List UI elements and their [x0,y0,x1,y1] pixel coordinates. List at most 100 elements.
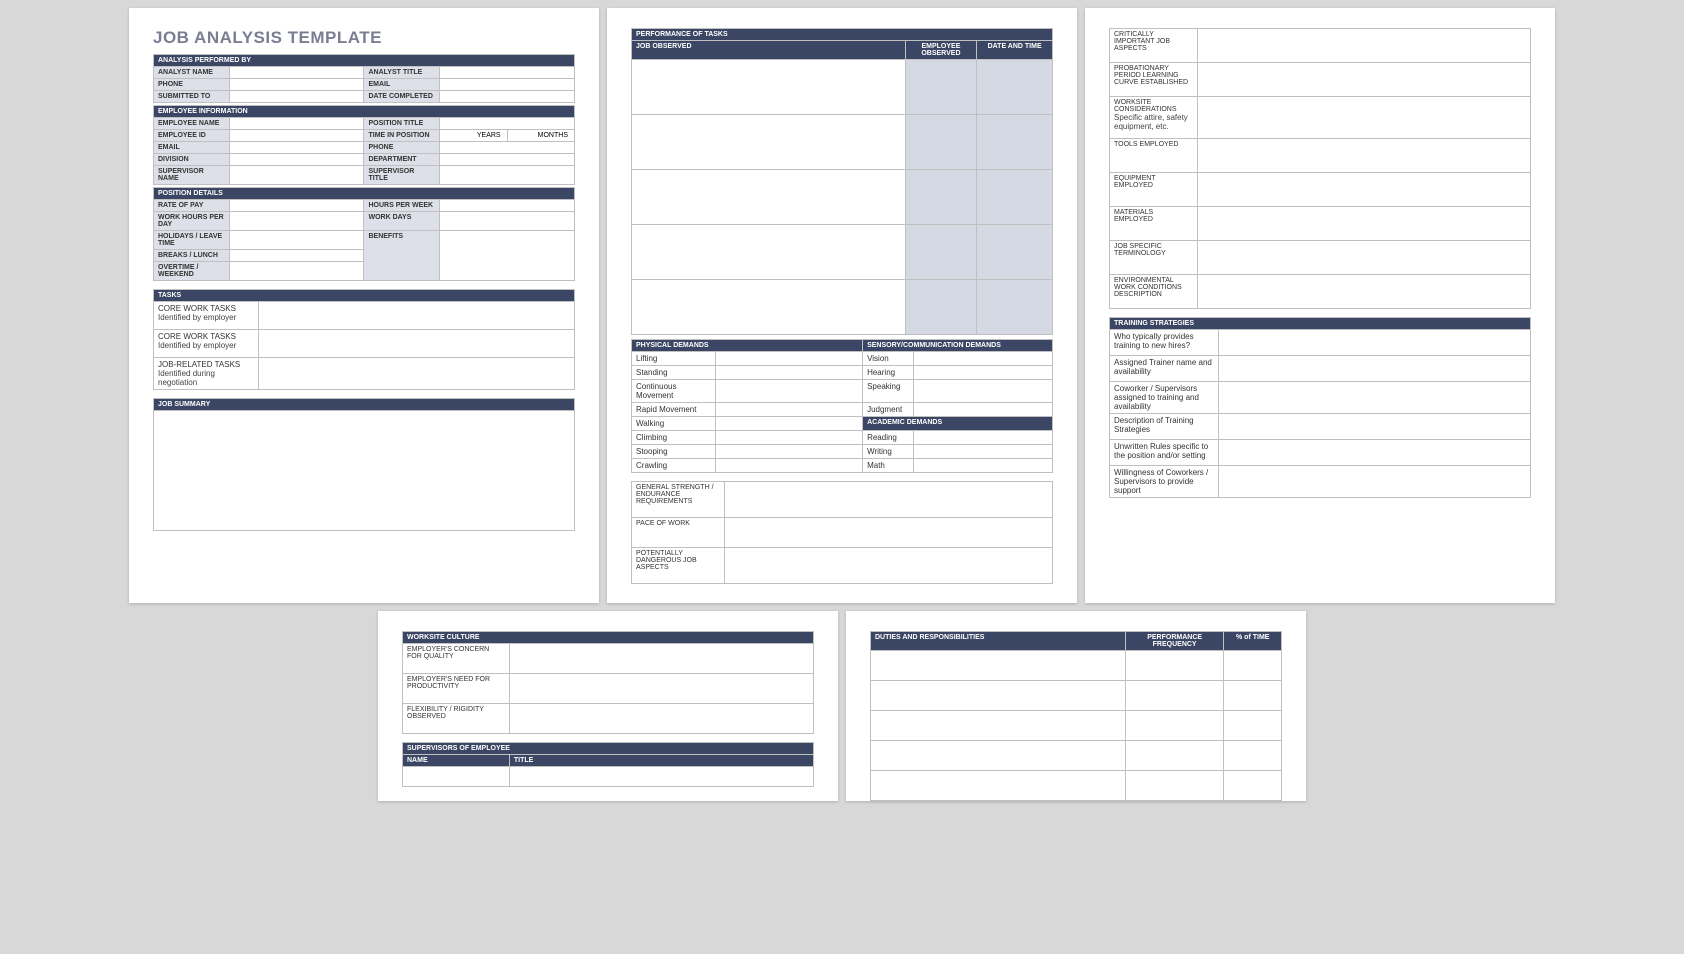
field[interactable] [1198,63,1531,97]
field[interactable] [1125,741,1224,771]
field[interactable] [632,170,906,225]
field[interactable] [871,741,1126,771]
field[interactable] [154,411,575,531]
field[interactable] [440,154,575,166]
field[interactable] [1224,741,1282,771]
field[interactable] [977,115,1053,170]
field[interactable] [632,60,906,115]
field[interactable] [724,548,1052,584]
field[interactable] [716,352,863,366]
field[interactable] [229,231,364,250]
field[interactable] [1219,466,1531,498]
field[interactable] [716,380,863,403]
field[interactable] [871,681,1126,711]
field[interactable] [229,118,364,130]
field[interactable] [229,79,364,91]
field[interactable] [977,60,1053,115]
field[interactable] [440,200,575,212]
field[interactable] [1198,275,1531,309]
field[interactable] [716,445,863,459]
field[interactable] [724,518,1052,548]
field[interactable] [716,403,863,417]
field[interactable] [1198,97,1531,139]
field[interactable] [229,154,364,166]
field[interactable] [1198,173,1531,207]
field[interactable] [259,330,575,358]
field[interactable] [440,142,575,154]
field[interactable] [1198,29,1531,63]
field[interactable] [716,459,863,473]
field[interactable] [871,651,1126,681]
field[interactable] [724,482,1052,518]
field[interactable] [716,417,863,431]
field[interactable] [440,79,575,91]
field[interactable] [229,250,364,262]
field[interactable] [440,212,575,231]
field[interactable] [440,118,575,130]
field[interactable] [914,445,1053,459]
field[interactable] [229,142,364,154]
field[interactable] [259,358,575,390]
field[interactable] [440,166,575,185]
field[interactable] [905,225,977,280]
field[interactable] [905,60,977,115]
field[interactable] [905,280,977,335]
field[interactable] [509,644,813,674]
field[interactable] [229,91,364,103]
field[interactable] [229,200,364,212]
field[interactable] [509,767,813,787]
field[interactable] [1224,651,1282,681]
field[interactable] [905,170,977,225]
field[interactable] [403,767,510,787]
field[interactable] [914,380,1053,403]
field[interactable] [914,459,1053,473]
field[interactable] [1224,771,1282,801]
field[interactable] [716,366,863,380]
field[interactable] [871,771,1126,801]
field[interactable] [229,262,364,281]
field[interactable] [914,403,1053,417]
field[interactable] [977,225,1053,280]
field[interactable] [1224,681,1282,711]
field[interactable] [914,352,1053,366]
field[interactable] [1198,241,1531,275]
field[interactable] [1219,440,1531,466]
field[interactable] [871,711,1126,741]
field[interactable] [632,225,906,280]
field[interactable] [509,674,813,704]
field[interactable] [1125,711,1224,741]
field[interactable] [229,130,364,142]
field[interactable] [259,302,575,330]
field[interactable] [1219,330,1531,356]
field[interactable] [1198,207,1531,241]
label: Coworker / Supervisors assigned to train… [1110,382,1219,414]
years-field[interactable]: YEARS [440,130,507,142]
field[interactable] [440,67,575,79]
field[interactable] [914,366,1053,380]
field[interactable] [1125,771,1224,801]
field[interactable] [914,431,1053,445]
field[interactable] [977,170,1053,225]
field[interactable] [1219,414,1531,440]
field[interactable] [1125,681,1224,711]
field[interactable] [229,67,364,79]
field[interactable] [632,115,906,170]
field[interactable] [905,115,977,170]
field[interactable] [632,280,906,335]
field[interactable] [1125,651,1224,681]
field[interactable] [1219,382,1531,414]
field[interactable] [1219,356,1531,382]
field[interactable] [977,280,1053,335]
field[interactable] [716,431,863,445]
section-header: WORKSITE CULTURE [403,632,814,644]
field[interactable] [229,166,364,185]
field[interactable] [1224,711,1282,741]
months-field[interactable]: MONTHS [507,130,574,142]
field[interactable] [440,231,575,281]
field[interactable] [440,91,575,103]
field[interactable] [1198,139,1531,173]
label: PHONE [364,142,440,154]
additional-requirements-table: GENERAL STRENGTH / ENDURANCE REQUIREMENT… [631,481,1053,584]
field[interactable] [509,704,813,734]
field[interactable] [229,212,364,231]
